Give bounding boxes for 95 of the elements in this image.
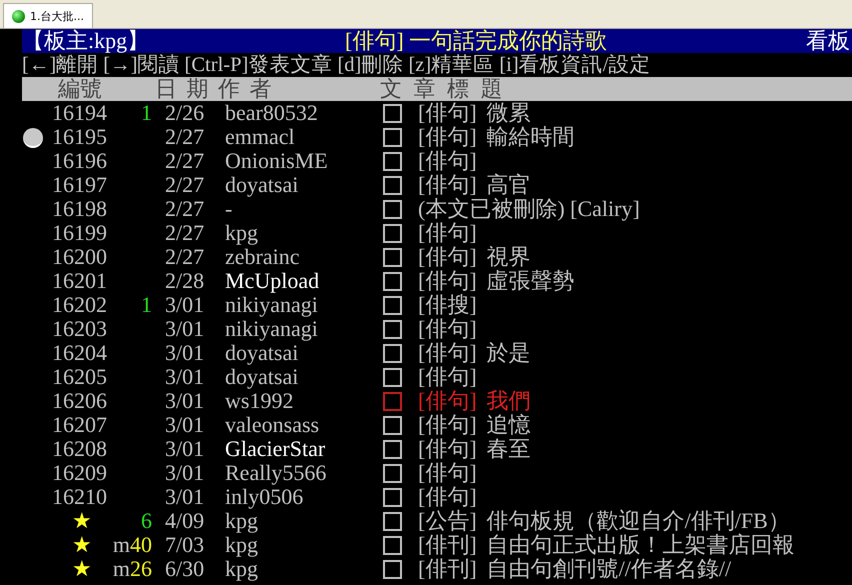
post-number: 16208 bbox=[51, 437, 107, 461]
post-date: 2/27 bbox=[164, 125, 206, 149]
post-title[interactable]: [俳句] 輸給時間 bbox=[418, 125, 852, 149]
post-author: - bbox=[225, 197, 232, 221]
post-number: 16197 bbox=[51, 173, 107, 197]
post-author: kpg bbox=[225, 557, 259, 581]
post-number: 16209 bbox=[51, 461, 107, 485]
push-count: m26 bbox=[112, 556, 152, 581]
post-number: 16203 bbox=[51, 317, 107, 341]
post-date: 2/28 bbox=[164, 269, 206, 293]
post-title[interactable]: [俳句] bbox=[418, 221, 852, 245]
post-date: 2/27 bbox=[164, 221, 206, 245]
post-title[interactable]: [俳句] bbox=[418, 149, 852, 173]
post-author: doyatsai bbox=[225, 365, 300, 389]
post-title[interactable]: (本文已被刪除) [Caliry] bbox=[418, 197, 852, 221]
post-author: Really5566 bbox=[225, 461, 328, 485]
post-number: 16199 bbox=[51, 221, 107, 245]
help-line: [←]離開 [→]閱讀 [Ctrl-P]發表文章 [d]刪除 [z]精華區 [i]看板資訊/設定 bbox=[22, 53, 652, 77]
post-number: 16195 bbox=[51, 125, 107, 149]
post-author: emmacl bbox=[225, 125, 296, 149]
post-author: ws1992 bbox=[225, 389, 294, 413]
post-author: doyatsai bbox=[225, 341, 298, 365]
moderator-label: 【板主:kpg】 bbox=[22, 29, 150, 53]
post-author: kpg bbox=[225, 509, 258, 533]
post-title[interactable]: [俳句] 高官 bbox=[418, 173, 852, 197]
title-heading: 文 章 標 題 bbox=[380, 77, 502, 101]
post-number: 16201 bbox=[51, 269, 107, 293]
push-count: 1 bbox=[141, 292, 152, 317]
post-date: 3/01 bbox=[164, 341, 206, 365]
post-title[interactable]: [俳句] 春至 bbox=[418, 437, 852, 461]
post-author: OnionisME bbox=[225, 149, 329, 173]
status-icon bbox=[12, 10, 25, 22]
post-author: inly0506 bbox=[225, 485, 304, 509]
star-icon: ★ bbox=[47, 509, 107, 533]
post-date: 3/01 bbox=[164, 437, 206, 461]
post-title[interactable]: [俳句] bbox=[418, 365, 852, 389]
post-date: 2/27 bbox=[164, 149, 206, 173]
post-author: bear80532 bbox=[225, 101, 319, 125]
session-tab[interactable]: 1.台大批... bbox=[3, 3, 93, 28]
post-author: kpg bbox=[225, 221, 259, 245]
tab-label: 1.台大批... bbox=[30, 8, 84, 24]
star-icon: ★ bbox=[47, 557, 107, 581]
post-title[interactable]: [俳刊] 自由句正式出版！上架書店回報 bbox=[418, 533, 852, 557]
post-date: 4/09 bbox=[164, 509, 206, 533]
post-number: 16200 bbox=[51, 245, 107, 269]
post-date: 2/27 bbox=[164, 197, 206, 221]
post-title[interactable]: [俳句] 虛張聲勢 bbox=[418, 269, 852, 293]
post-number: 16204 bbox=[51, 341, 107, 365]
post-date: 3/01 bbox=[164, 317, 206, 341]
number-heading: 編號 bbox=[58, 77, 103, 101]
board-label: 看板 bbox=[806, 29, 851, 53]
board-title: [俳句] 一句話完成你的詩歌 bbox=[345, 29, 608, 53]
post-author: McUpload bbox=[225, 269, 320, 293]
post-author: nikiyanagi bbox=[225, 293, 318, 317]
post-date: 3/01 bbox=[164, 461, 206, 485]
post-title[interactable]: [俳句] 微累 bbox=[418, 101, 852, 125]
post-title[interactable]: [俳句] 於是 bbox=[418, 341, 852, 365]
post-title[interactable]: [俳句] 我們 bbox=[418, 389, 852, 413]
post-title[interactable]: [俳搜] bbox=[418, 293, 852, 317]
post-date: 2/27 bbox=[164, 245, 206, 269]
post-number: 16205 bbox=[51, 365, 107, 389]
post-title[interactable]: [俳刊] 自由句創刊號//作者名錄// bbox=[418, 557, 852, 581]
post-date: 3/01 bbox=[164, 293, 206, 317]
post-date: 2/27 bbox=[164, 173, 206, 197]
push-count: 1 bbox=[141, 100, 152, 125]
post-author: zebrainc bbox=[225, 245, 300, 269]
post-title[interactable]: [俳句] 視界 bbox=[418, 245, 852, 269]
post-date: 7/03 bbox=[164, 533, 206, 557]
post-author: nikiyanagi bbox=[225, 317, 319, 341]
push-count: 6 bbox=[141, 508, 152, 533]
post-number: 16207 bbox=[51, 413, 107, 437]
post-author: GlacierStar bbox=[225, 437, 326, 461]
post-date: 3/01 bbox=[164, 413, 206, 437]
post-title[interactable]: [俳句] bbox=[418, 317, 852, 341]
post-date: 3/01 bbox=[164, 485, 206, 509]
post-author: doyatsai bbox=[225, 173, 300, 197]
post-number: 16196 bbox=[51, 149, 107, 173]
post-author: valeonsass bbox=[225, 413, 320, 437]
post-date: 3/01 bbox=[164, 365, 206, 389]
post-number: 16202 bbox=[51, 293, 107, 317]
post-date: 2/26 bbox=[164, 101, 206, 125]
post-number: 16198 bbox=[51, 197, 107, 221]
date-author-heading: 日 期 作 者 bbox=[155, 77, 272, 101]
post-number: 16206 bbox=[51, 389, 107, 413]
post-author: kpg bbox=[225, 533, 259, 557]
post-title[interactable]: [俳句] bbox=[418, 485, 852, 509]
post-number: 16210 bbox=[51, 485, 107, 509]
post-date: 3/01 bbox=[164, 389, 206, 413]
push-count: m40 bbox=[112, 532, 152, 557]
post-date: 6/30 bbox=[164, 557, 206, 581]
post-number: 16194 bbox=[51, 101, 107, 125]
post-title[interactable]: [公告] 俳句板規（歡迎自介/俳刊/FB） bbox=[418, 509, 852, 533]
star-icon: ★ bbox=[47, 533, 107, 557]
post-title[interactable]: [俳句] 追憶 bbox=[418, 413, 852, 437]
post-title[interactable]: [俳句] bbox=[418, 461, 852, 485]
